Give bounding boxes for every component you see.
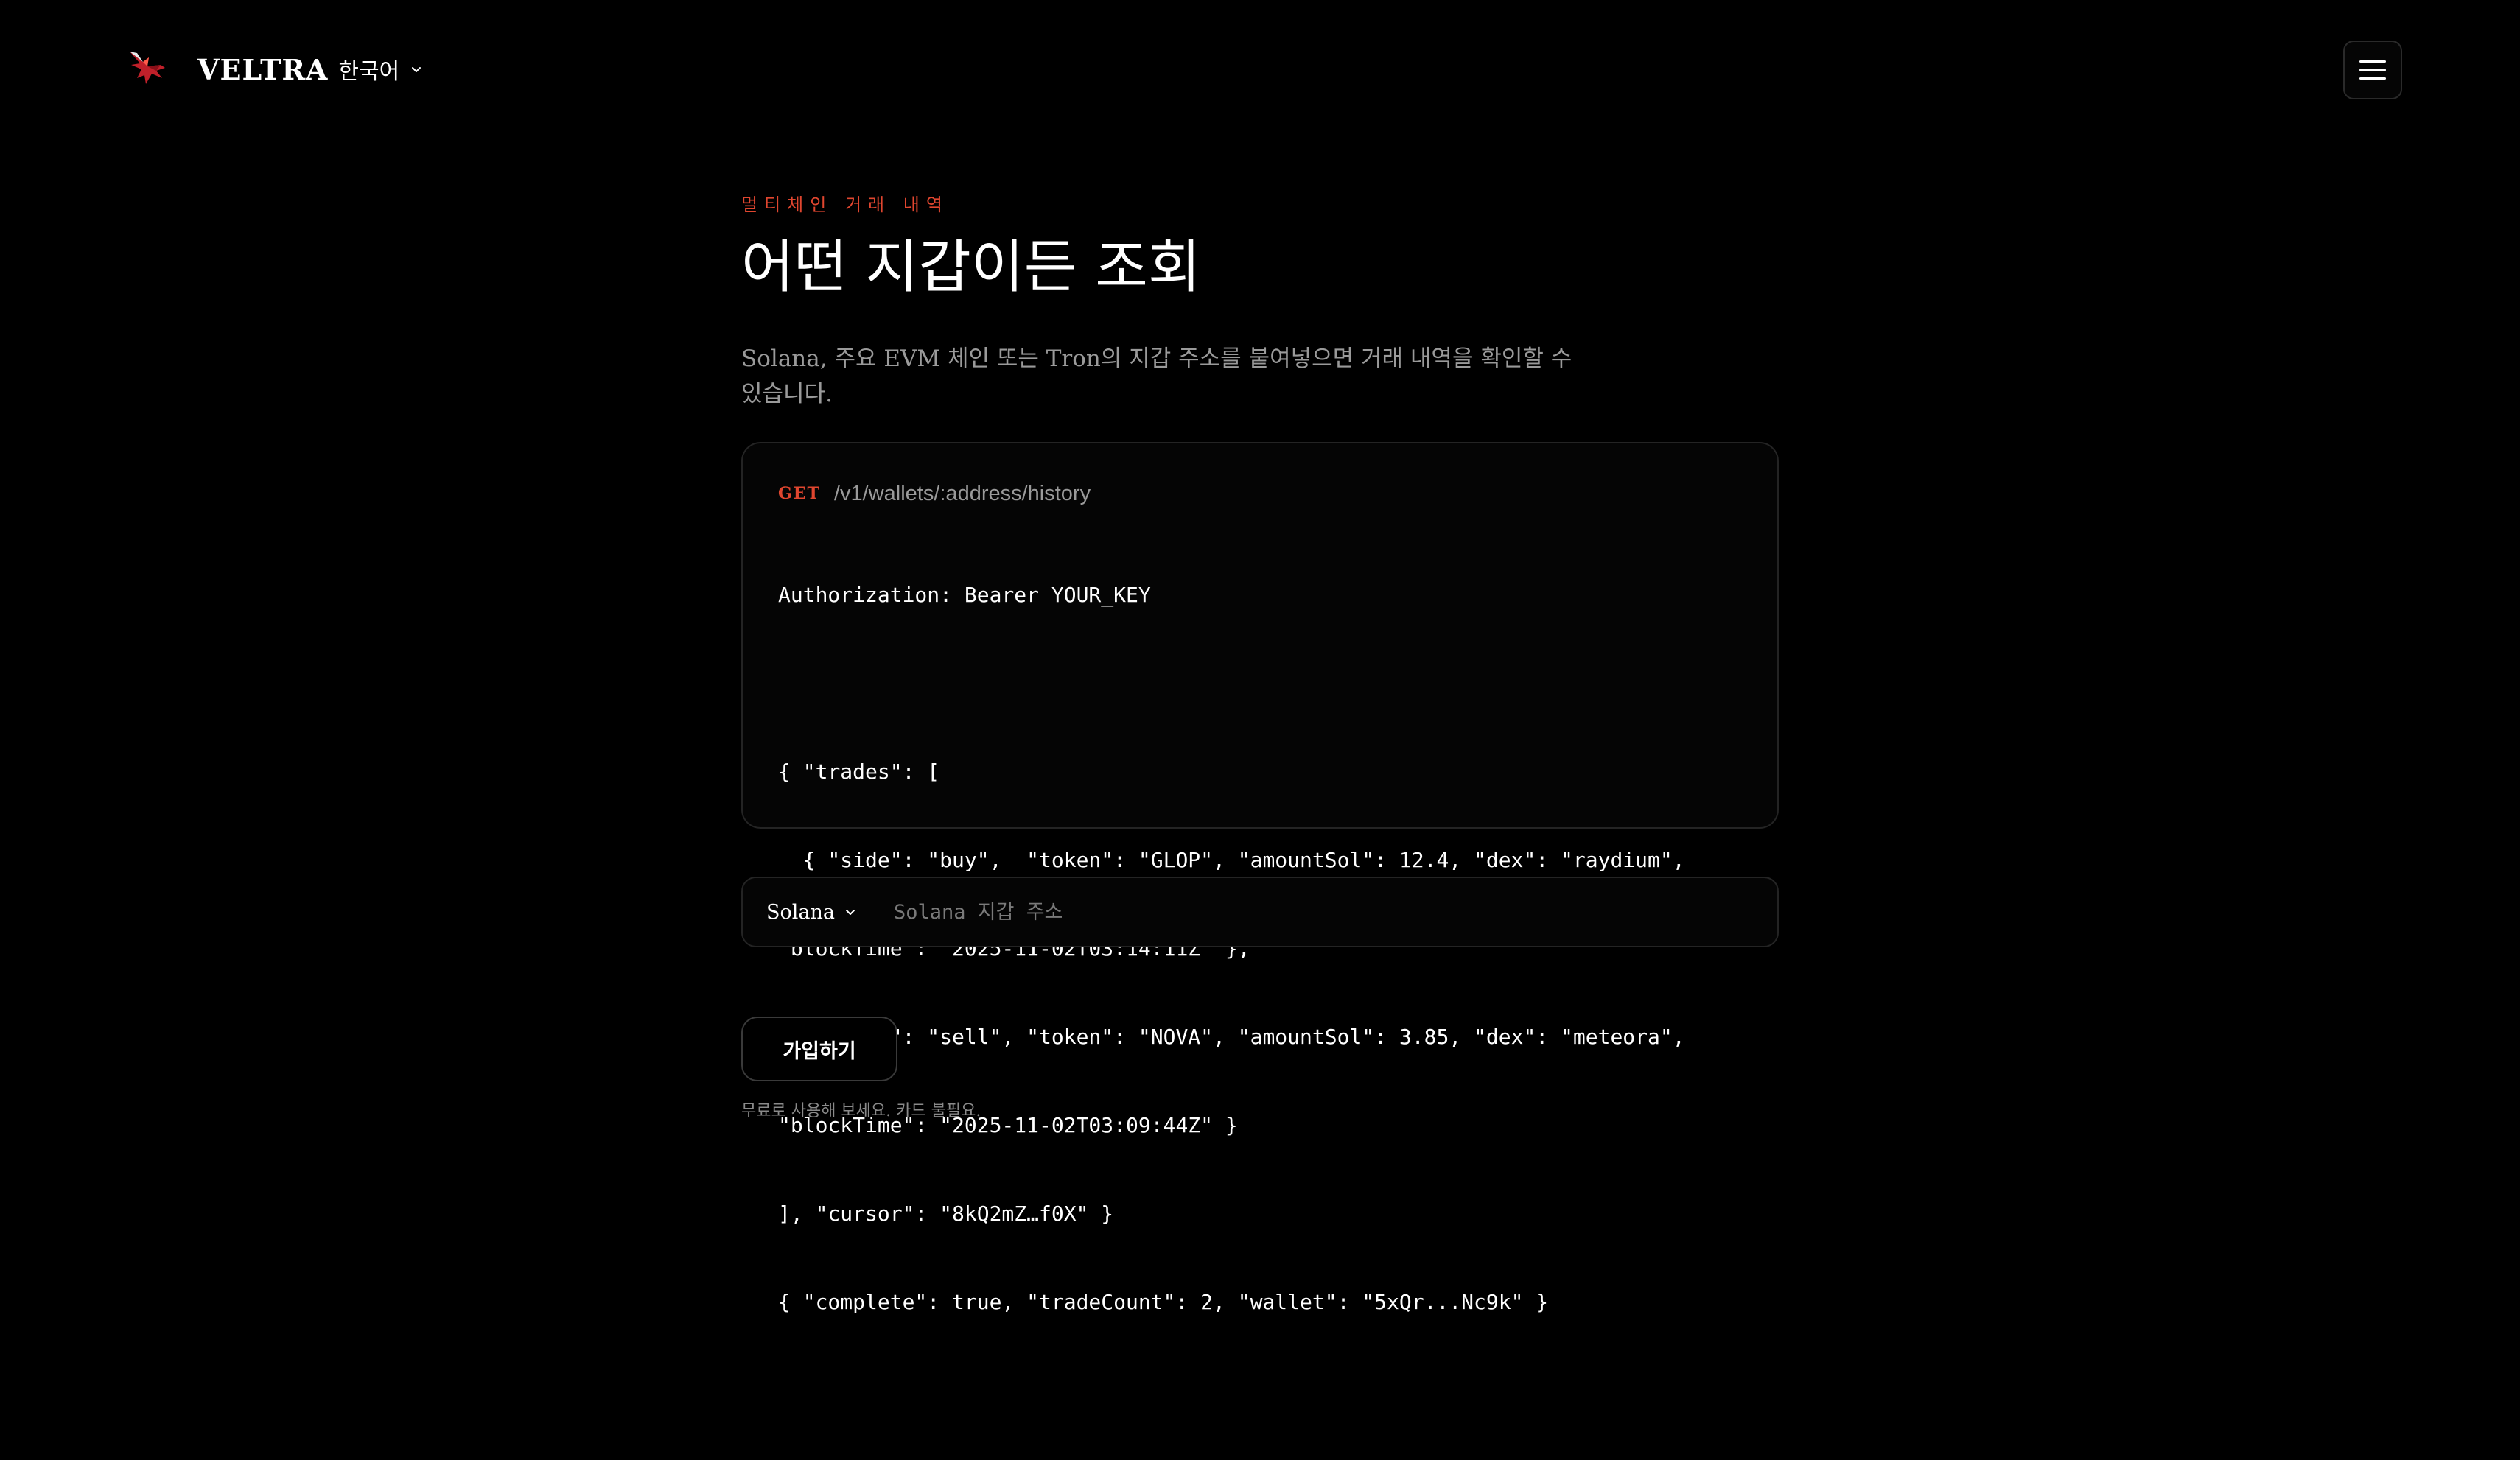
wallet-lookup-bar: Solana [741,877,1779,947]
api-example-card: GET /v1/wallets/:address/history Authori… [741,442,1779,1314]
page-title: 어떤 지갑이든 조회 [741,234,1201,301]
code-line: { "side": "sell", "token": "NOVA", "amou… [778,1025,1685,1049]
code-line: { "trades": [ [778,759,940,784]
code-line: { "complete": true, "tradeCount": 2, "wa… [778,1290,1549,1314]
menu-button[interactable] [2343,41,2402,99]
page-subtitle: Solana, 주요 EVM 체인 또는 Tron의 지갑 주소를 붙여넣으면 … [741,345,1572,408]
signup-button[interactable]: 가입하기 [741,1017,897,1081]
chevron-down-icon [845,910,855,915]
code-line: ], "cursor": "8kQ2mZ…f0X" } [778,1201,1114,1226]
chevron-down-icon [412,67,421,72]
section-eyebrow: 멀티체인 거래 내역 [741,194,949,215]
language-selector[interactable]: 한국어 [338,53,423,85]
brand: VELTRA 한국어 [127,46,423,93]
endpoint-path: /v1/wallets/:address/history [833,481,1091,505]
api-endpoint: GET /v1/wallets/:address/history [778,480,1742,507]
code-line: { "side": "buy", "token": "GLOP", "amoun… [778,848,1685,872]
bird-logo-icon[interactable] [127,46,168,93]
signup-note: 무료로 사용해 보세요. 카드 불필요. [741,1102,981,1120]
chain-selector[interactable]: Solana [766,901,857,924]
main-content: 멀티체인 거래 내역 어떤 지갑이든 조회 Solana, 주요 EVM 체인 … [741,184,1779,1314]
wallet-address-input[interactable] [892,890,1777,934]
http-method-badge: GET [778,484,821,503]
code-block: Authorization: Bearer YOUR_KEY { "trades… [778,522,1742,1376]
hamburger-menu-icon [2359,60,2386,80]
chain-selected-label: Solana [766,900,835,924]
brand-name[interactable]: VELTRA [197,53,328,86]
top-navigation-bar: VELTRA 한국어 [0,0,2520,140]
language-label: 한국어 [338,59,400,85]
code-line: Authorization: Bearer YOUR_KEY [778,583,1151,607]
